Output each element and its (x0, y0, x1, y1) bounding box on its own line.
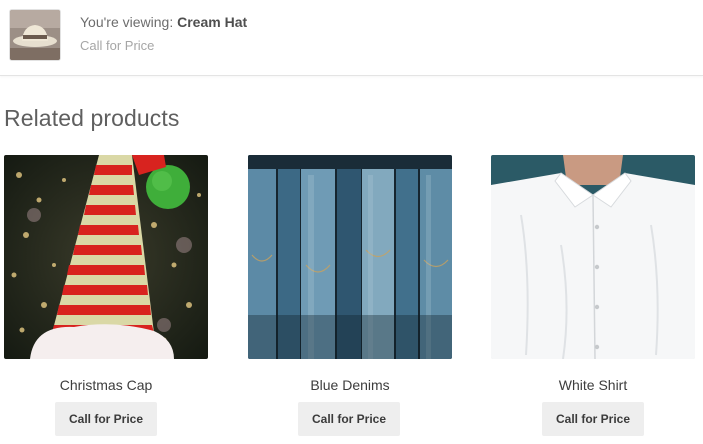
product-image-link[interactable] (491, 155, 695, 359)
product-name[interactable]: White Shirt (491, 377, 695, 393)
product-name[interactable]: Blue Denims (248, 377, 452, 393)
product-image-link[interactable] (248, 155, 452, 359)
related-products-title: Related products (4, 105, 180, 131)
product-card: Blue Denims Call for Price (248, 155, 452, 436)
viewing-heading: You're viewing: Cream Hat (80, 14, 247, 30)
product-card: Christmas Cap Call for Price (4, 155, 208, 436)
christmas-cap-image (4, 155, 208, 359)
white-shirt-image (491, 155, 695, 359)
viewing-bar: You're viewing: Cream Hat Call for Price (0, 0, 703, 76)
product-image-link[interactable] (4, 155, 208, 359)
product-page: You're viewing: Cream Hat Call for Price… (0, 0, 703, 444)
call-for-price-button[interactable]: Call for Price (55, 402, 157, 436)
product-name[interactable]: Christmas Cap (4, 377, 208, 393)
call-for-price-button[interactable]: Call for Price (298, 402, 400, 436)
call-for-price-button[interactable]: Call for Price (542, 402, 644, 436)
cream-hat-image (10, 10, 60, 60)
current-product-thumbnail[interactable] (9, 9, 61, 61)
product-card: White Shirt Call for Price (491, 155, 695, 436)
blue-denims-image (248, 155, 452, 359)
viewing-product-name[interactable]: Cream Hat (177, 14, 247, 30)
viewing-price: Call for Price (80, 38, 155, 53)
viewing-prefix: You're viewing: (80, 14, 174, 30)
